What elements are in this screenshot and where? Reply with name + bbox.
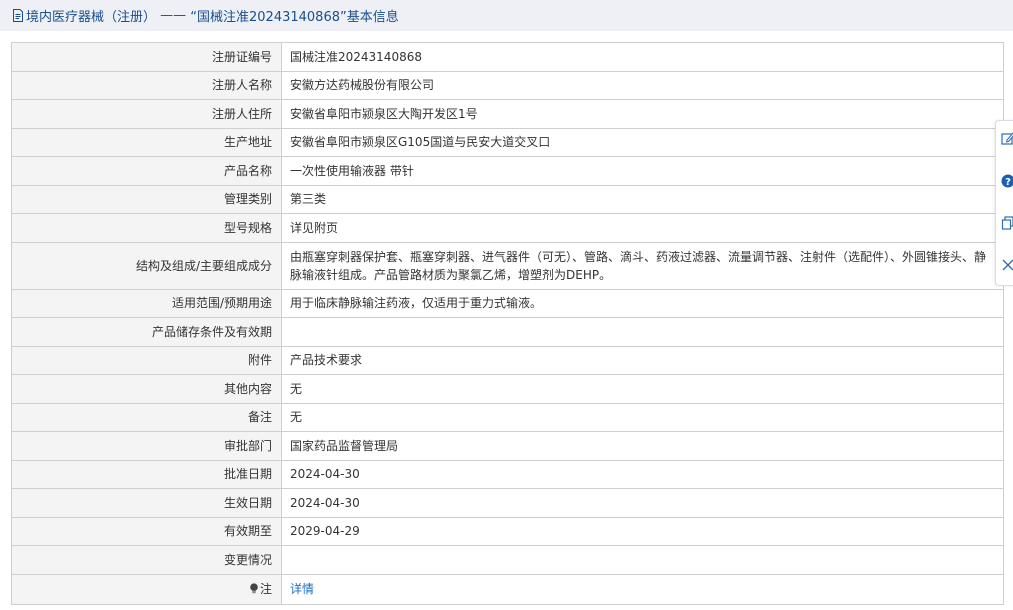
table-row: 产品储存条件及有效期 bbox=[11, 317, 1004, 347]
field-value bbox=[281, 317, 1004, 347]
field-label: 有效期至 bbox=[11, 516, 282, 546]
field-label: 审批部门 bbox=[11, 431, 282, 461]
field-label: 生效日期 bbox=[11, 488, 282, 518]
field-label: 管理类别 bbox=[11, 184, 282, 214]
table-row: 管理类别 第三类 bbox=[11, 184, 1004, 214]
field-value: 安徽省阜阳市颍泉区大陶开发区1号 bbox=[281, 99, 1004, 129]
category-link[interactable]: 境内医疗器械（注册） bbox=[26, 6, 156, 25]
table-row: 生效日期 2024-04-30 bbox=[11, 488, 1004, 518]
table-row: 注册人住所 安徽省阜阳市颍泉区大陶开发区1号 bbox=[11, 99, 1004, 129]
table-row: 结构及组成/主要组成成分 由瓶塞穿刺器保护套、瓶塞穿刺器、进气器件（可无）、管路、… bbox=[11, 241, 1004, 290]
field-label: 生产地址 bbox=[11, 127, 282, 157]
field-label: 批准日期 bbox=[11, 459, 282, 489]
field-value: 国家药品监督管理局 bbox=[281, 431, 1004, 461]
field-value: 用于临床静脉输注药液，仅适用于重力式输液。 bbox=[281, 288, 1004, 318]
field-value: 无 bbox=[281, 402, 1004, 432]
table-row: 产品名称 一次性使用输液器 带针 bbox=[11, 156, 1004, 186]
table-row: 批准日期 2024-04-30 bbox=[11, 459, 1004, 489]
field-label: 结构及组成/主要组成成分 bbox=[11, 241, 282, 290]
info-table-body: 注册证编号 国械注准20243140868 注册人名称 安徽方达药械股份有限公司 注册人… bbox=[11, 42, 1004, 605]
field-label: 备注 bbox=[11, 402, 282, 432]
table-row: 生产地址 安徽省阜阳市颍泉区G105国道与民安大道交叉口 bbox=[11, 127, 1004, 157]
field-value: 无 bbox=[281, 374, 1004, 404]
field-value: 安徽方达药械股份有限公司 bbox=[281, 70, 1004, 100]
table-row: 注册人名称 安徽方达药械股份有限公司 bbox=[11, 70, 1004, 100]
page-header: 境内医疗器械（注册） —— “国械注准20243140868”基本信息 bbox=[0, 0, 1013, 31]
field-value: 2029-04-29 bbox=[281, 516, 1004, 546]
table-row: 型号规格 详见附页 bbox=[11, 213, 1004, 243]
field-label: 产品名称 bbox=[11, 156, 282, 186]
field-label: 变更情况 bbox=[11, 545, 282, 575]
svg-text:?: ? bbox=[1005, 177, 1011, 188]
close-icon[interactable] bbox=[1001, 257, 1013, 273]
table-row: 备注无 bbox=[11, 402, 1004, 432]
note-label: 注 bbox=[259, 582, 272, 596]
field-label: 型号规格 bbox=[11, 213, 282, 243]
field-label: 注 bbox=[11, 573, 282, 605]
field-value: 产品技术要求 bbox=[281, 345, 1004, 375]
field-value: 第三类 bbox=[281, 184, 1004, 214]
document-icon bbox=[13, 9, 23, 22]
help-icon[interactable]: ? bbox=[1001, 173, 1013, 189]
field-value: 一次性使用输液器 带针 bbox=[281, 156, 1004, 186]
details-link[interactable]: 详情 bbox=[290, 582, 314, 596]
lightbulb-icon bbox=[250, 583, 258, 594]
field-value: 由瓶塞穿刺器保护套、瓶塞穿刺器、进气器件（可无）、管路、滴斗、药液过滤器、流量调… bbox=[281, 241, 1004, 290]
field-label: 其他内容 bbox=[11, 374, 282, 404]
table-row: 附件 产品技术要求 bbox=[11, 345, 1004, 375]
field-label: 注册人名称 bbox=[11, 70, 282, 100]
info-table: 注册证编号 国械注准20243140868 注册人名称 安徽方达药械股份有限公司 注册人… bbox=[11, 42, 1004, 605]
field-label: 产品储存条件及有效期 bbox=[11, 317, 282, 347]
field-value: 国械注准20243140868 bbox=[281, 42, 1004, 72]
field-value bbox=[281, 545, 1004, 575]
field-label: 注册人住所 bbox=[11, 99, 282, 129]
edit-icon[interactable] bbox=[1001, 131, 1013, 147]
page-title: “国械注准20243140868”基本信息 bbox=[190, 10, 399, 25]
header-separator: —— bbox=[156, 8, 191, 23]
side-toolbar: ? bbox=[995, 120, 1013, 286]
table-row: 变更情况 bbox=[11, 545, 1004, 575]
field-value: 2024-04-30 bbox=[281, 459, 1004, 489]
table-row: 注册证编号 国械注准20243140868 bbox=[11, 42, 1004, 72]
table-row: 有效期至 2029-04-29 bbox=[11, 516, 1004, 546]
copy-icon[interactable] bbox=[1001, 215, 1013, 231]
table-row: 适用范围/预期用途 用于临床静脉输注药液，仅适用于重力式输液。 bbox=[11, 288, 1004, 318]
field-value: 详见附页 bbox=[281, 213, 1004, 243]
table-row-note: 注 详情 bbox=[11, 573, 1004, 605]
table-row: 其他内容无 bbox=[11, 374, 1004, 404]
field-label: 附件 bbox=[11, 345, 282, 375]
field-value: 详情 bbox=[281, 573, 1004, 605]
field-label: 适用范围/预期用途 bbox=[11, 288, 282, 318]
table-row: 审批部门 国家药品监督管理局 bbox=[11, 431, 1004, 461]
field-value: 2024-04-30 bbox=[281, 488, 1004, 518]
field-value: 安徽省阜阳市颍泉区G105国道与民安大道交叉口 bbox=[281, 127, 1004, 157]
field-label: 注册证编号 bbox=[11, 42, 282, 72]
